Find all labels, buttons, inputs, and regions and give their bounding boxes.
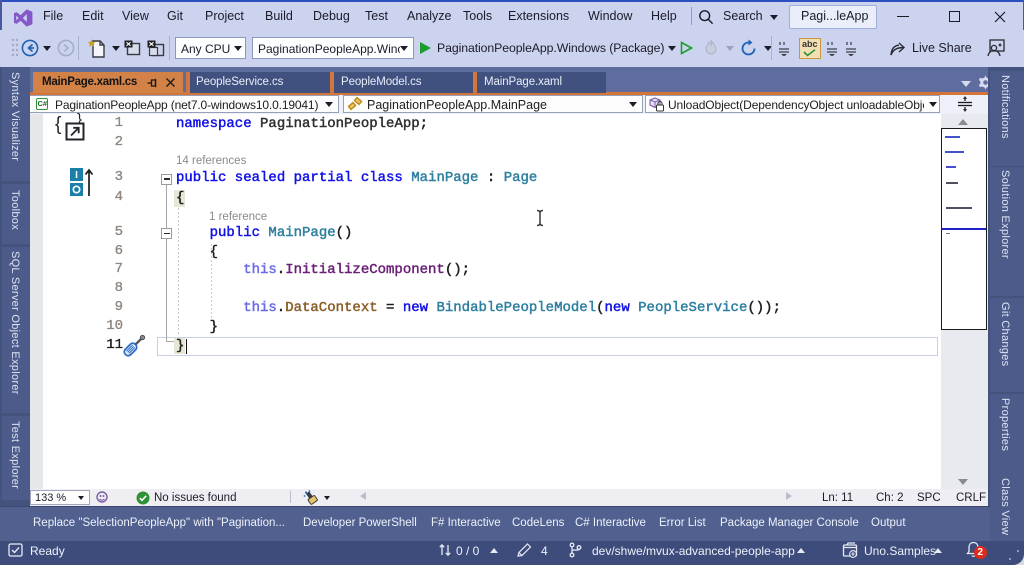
svg-text:I: I [75, 170, 78, 181]
